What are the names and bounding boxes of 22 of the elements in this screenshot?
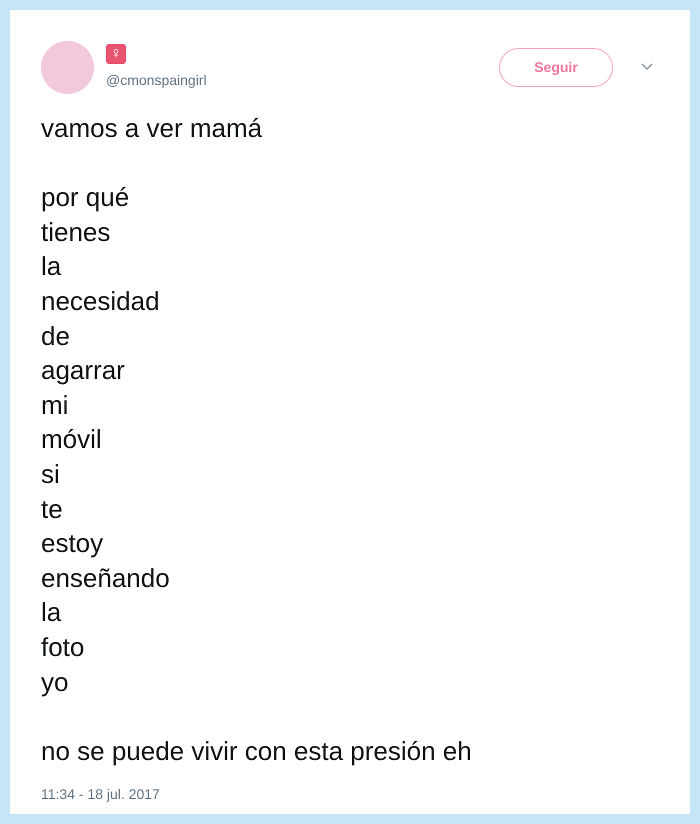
tweet-line: estoy xyxy=(41,527,104,560)
chevron-down-icon[interactable] xyxy=(641,63,653,71)
tweet-line: te xyxy=(41,492,63,526)
tweet-line: mi xyxy=(41,388,68,422)
tweet-line: enseñando xyxy=(41,562,170,595)
tweet-line: tienes xyxy=(41,216,110,249)
tweet-line: necesidad xyxy=(41,284,160,318)
tweet-line: por qué xyxy=(41,181,130,214)
follow-button[interactable]: Seguir xyxy=(499,48,613,86)
tweet-line: la xyxy=(41,250,62,284)
tweet-line: vamos a ver mamá xyxy=(41,112,262,145)
tweet-line: si xyxy=(41,458,60,491)
timestamp[interactable]: 11:34 - 18 jul. 2017 xyxy=(41,784,160,806)
tweet-line: agarrar xyxy=(41,354,125,388)
tweet-line: foto xyxy=(41,630,84,664)
tweet-line: de xyxy=(41,320,70,353)
tweet-line: yo xyxy=(41,666,68,698)
tweet-line: móvil xyxy=(41,423,102,456)
tweet-line: la xyxy=(41,596,62,630)
tweet-line: no se puede vivir con esta presión eh xyxy=(41,734,472,768)
display-name: ♀ xyxy=(106,44,126,64)
user-handle: @cmonspaingirl xyxy=(106,70,207,90)
